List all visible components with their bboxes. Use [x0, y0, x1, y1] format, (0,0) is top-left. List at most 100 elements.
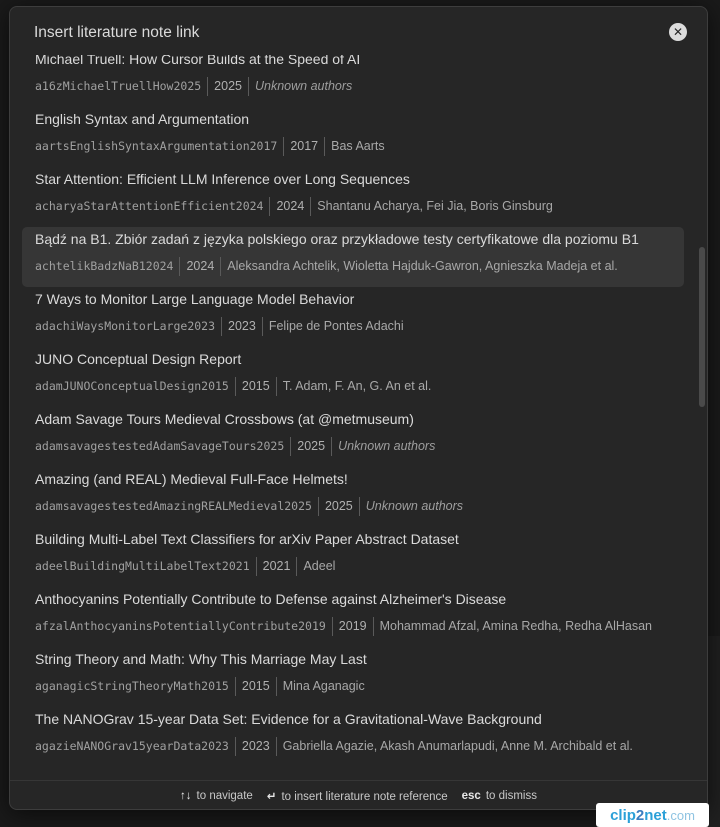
- item-authors: Shantanu Acharya, Fei Jia, Boris Ginsbur…: [317, 199, 553, 213]
- item-year: 2025: [324, 499, 353, 513]
- item-authors: Adeel: [303, 559, 336, 573]
- meta-divider: [283, 136, 285, 156]
- suggestion-item[interactable]: Michael Truell: How Cursor Builds at the…: [22, 55, 684, 107]
- meta-divider: [220, 256, 222, 276]
- item-meta: achtelikBadzNaB12024 2024 Aleksandra Achte…: [35, 256, 618, 276]
- watermark-text-4: .com: [666, 807, 695, 823]
- item-meta: afzalAnthocyaninsPotentiallyContribute20…: [35, 616, 652, 636]
- suggestion-item[interactable]: String Theory and Math: Why This Marriag…: [22, 647, 684, 707]
- item-citekey: acharyaStarAttentionEfficient2024: [35, 199, 264, 213]
- item-meta: adamsavagestestedAdamSavageTours2025 2025…: [35, 436, 435, 456]
- meta-divider: [221, 316, 223, 336]
- item-title: 7 Ways to Monitor Large Language Model B…: [35, 291, 355, 307]
- item-authors: Bas Aarts: [331, 139, 385, 153]
- item-meta: aartsEnglishSyntaxArgumentation2017 2017 B…: [35, 136, 385, 156]
- watermark-text-1: clip: [610, 806, 636, 824]
- suggestion-item[interactable]: Bądź na B1. Zbiór zadań z języka polskie…: [22, 227, 684, 287]
- clip2net-watermark-logo: clip 2 net .com: [596, 803, 709, 827]
- meta-divider: [358, 496, 360, 516]
- item-meta: adamJUNOConceptualDesign2015 2015 T. Adam,…: [35, 376, 431, 396]
- insert-hint: ↵ to insert literature note reference: [267, 789, 448, 803]
- close-icon[interactable]: ✕: [669, 23, 687, 41]
- item-year: 2023: [241, 739, 270, 753]
- suggestion-item[interactable]: Anthocyanins Potentially Contribute to D…: [22, 587, 684, 647]
- item-title: English Syntax and Argumentation: [35, 111, 250, 127]
- meta-divider: [255, 556, 257, 576]
- suggestion-item[interactable]: Building Multi-Label Text Classifiers fo…: [22, 527, 684, 587]
- item-authors: T. Adam, F. An, G. An et al.: [282, 379, 432, 393]
- item-citekey: a16zMichaelTruellHow2025: [35, 79, 202, 93]
- meta-divider: [372, 616, 374, 636]
- item-year: 2015: [241, 379, 270, 393]
- item-year: 2025: [214, 79, 242, 93]
- meta-divider: [207, 76, 209, 96]
- item-title: JUNO Conceptual Design Report: [35, 351, 242, 367]
- watermark-text-3: net: [644, 806, 667, 824]
- item-meta: acharyaStarAttentionEfficient2024 2024 Sha…: [35, 196, 553, 216]
- watermark-text-2: 2: [635, 806, 645, 824]
- meta-divider: [296, 556, 298, 576]
- item-authors: Aleksandra Achtelik, Wioletta Hajduk-Gaw…: [227, 259, 618, 273]
- item-citekey: aartsEnglishSyntaxArgumentation2017: [35, 139, 278, 153]
- meta-divider: [179, 256, 181, 276]
- item-title: Anthocyanins Potentially Contribute to D…: [35, 591, 507, 607]
- item-citekey: adachiWaysMonitorLarge2023: [35, 319, 216, 333]
- modal-title: Insert literature note link: [34, 24, 200, 41]
- item-year: 2015: [241, 679, 270, 693]
- esc-key: esc: [461, 789, 481, 802]
- item-citekey: adamsavagestestedAmazingREALMedieval2025: [35, 499, 312, 513]
- item-year: 2025: [297, 439, 326, 453]
- item-meta: a16zMichaelTruellHow2025 2025 Unknown auth…: [35, 76, 352, 96]
- meta-divider: [261, 316, 263, 336]
- item-title: The NANOGrav 15-year Data Set: Evidence …: [35, 711, 542, 727]
- item-meta: aganagicStringTheoryMath2015 2015 Mina Aga…: [35, 676, 365, 696]
- suggestion-item[interactable]: Adam Savage Tours Medieval Crossbows (at…: [22, 407, 684, 467]
- item-citekey: agazieNANOGrav15yearData2023: [35, 739, 229, 753]
- meta-divider: [331, 616, 333, 636]
- meta-divider: [269, 196, 271, 216]
- insert-text: to insert literature note reference: [281, 790, 448, 803]
- item-year: 2021: [262, 559, 291, 573]
- item-title: Bądź na B1. Zbiór zadań z języka polskie…: [35, 231, 639, 247]
- item-meta: agazieNANOGrav15yearData2023 2023 Gabriell…: [35, 736, 633, 756]
- suggestion-item[interactable]: 7 Ways to Monitor Large Language Model B…: [22, 287, 684, 347]
- suggestion-item[interactable]: English Syntax and Argumentation aartsEng…: [22, 107, 684, 167]
- item-year: 2017: [290, 139, 319, 153]
- meta-divider: [331, 436, 333, 456]
- suggestion-list: Michael Truell: How Cursor Builds at the…: [22, 55, 684, 777]
- item-authors: Mohammad Afzal, Amina Redha, Redha AlHas…: [379, 619, 652, 633]
- item-meta: adachiWaysMonitorLarge2023 2023 Felipe de …: [35, 316, 404, 336]
- scrollbar-thumb[interactable]: [699, 247, 705, 407]
- insert-literature-note-modal: Insert literature note link ✕ Michael Tr…: [9, 6, 708, 810]
- item-authors: Gabriella Agazie, Akash Anumarlapudi, An…: [282, 739, 633, 753]
- suggestion-item[interactable]: Amazing (and REAL) Medieval Full-Face He…: [22, 467, 684, 527]
- meta-divider: [317, 496, 319, 516]
- suggestion-item[interactable]: Star Attention: Efficient LLM Inference …: [22, 167, 684, 227]
- item-meta: adeelBuildingMultiLabelText2021 2021 Adeel: [35, 556, 335, 576]
- item-citekey: adamJUNOConceptualDesign2015: [35, 379, 229, 393]
- navigate-hint: ↑↓ to navigate: [180, 790, 253, 802]
- item-title: Michael Truell: How Cursor Builds at the…: [35, 55, 361, 67]
- item-authors: Felipe de Pontes Adachi: [268, 319, 404, 333]
- item-title: Star Attention: Efficient LLM Inference …: [35, 171, 410, 187]
- suggestion-item[interactable]: The NANOGrav 15-year Data Set: Evidence …: [22, 707, 684, 767]
- meta-divider: [324, 136, 326, 156]
- enter-key-icon: ↵: [266, 790, 277, 803]
- dismiss-text: to dismiss: [485, 789, 537, 802]
- item-title: String Theory and Math: Why This Marriag…: [35, 651, 367, 667]
- navigate-key: ↑↓: [180, 789, 192, 802]
- suggestion-item[interactable]: JUNO Conceptual Design Report adamJUNOCon…: [22, 347, 684, 407]
- meta-divider: [234, 676, 236, 696]
- meta-divider: [275, 376, 277, 396]
- item-citekey: afzalAnthocyaninsPotentiallyContribute20…: [35, 619, 326, 633]
- item-citekey: adamsavagestestedAdamSavageTours2025: [35, 439, 285, 453]
- meta-divider: [310, 196, 312, 216]
- meta-divider: [290, 436, 292, 456]
- item-meta: adamsavagestestedAmazingREALMedieval2025…: [35, 496, 463, 516]
- item-title: Adam Savage Tours Medieval Crossbows (at…: [35, 411, 414, 427]
- dismiss-hint: esc to dismiss: [462, 790, 537, 802]
- item-year: 2023: [228, 319, 256, 333]
- meta-divider: [234, 736, 236, 756]
- item-authors: Unknown authors: [254, 79, 353, 93]
- item-year: 2024: [276, 199, 305, 213]
